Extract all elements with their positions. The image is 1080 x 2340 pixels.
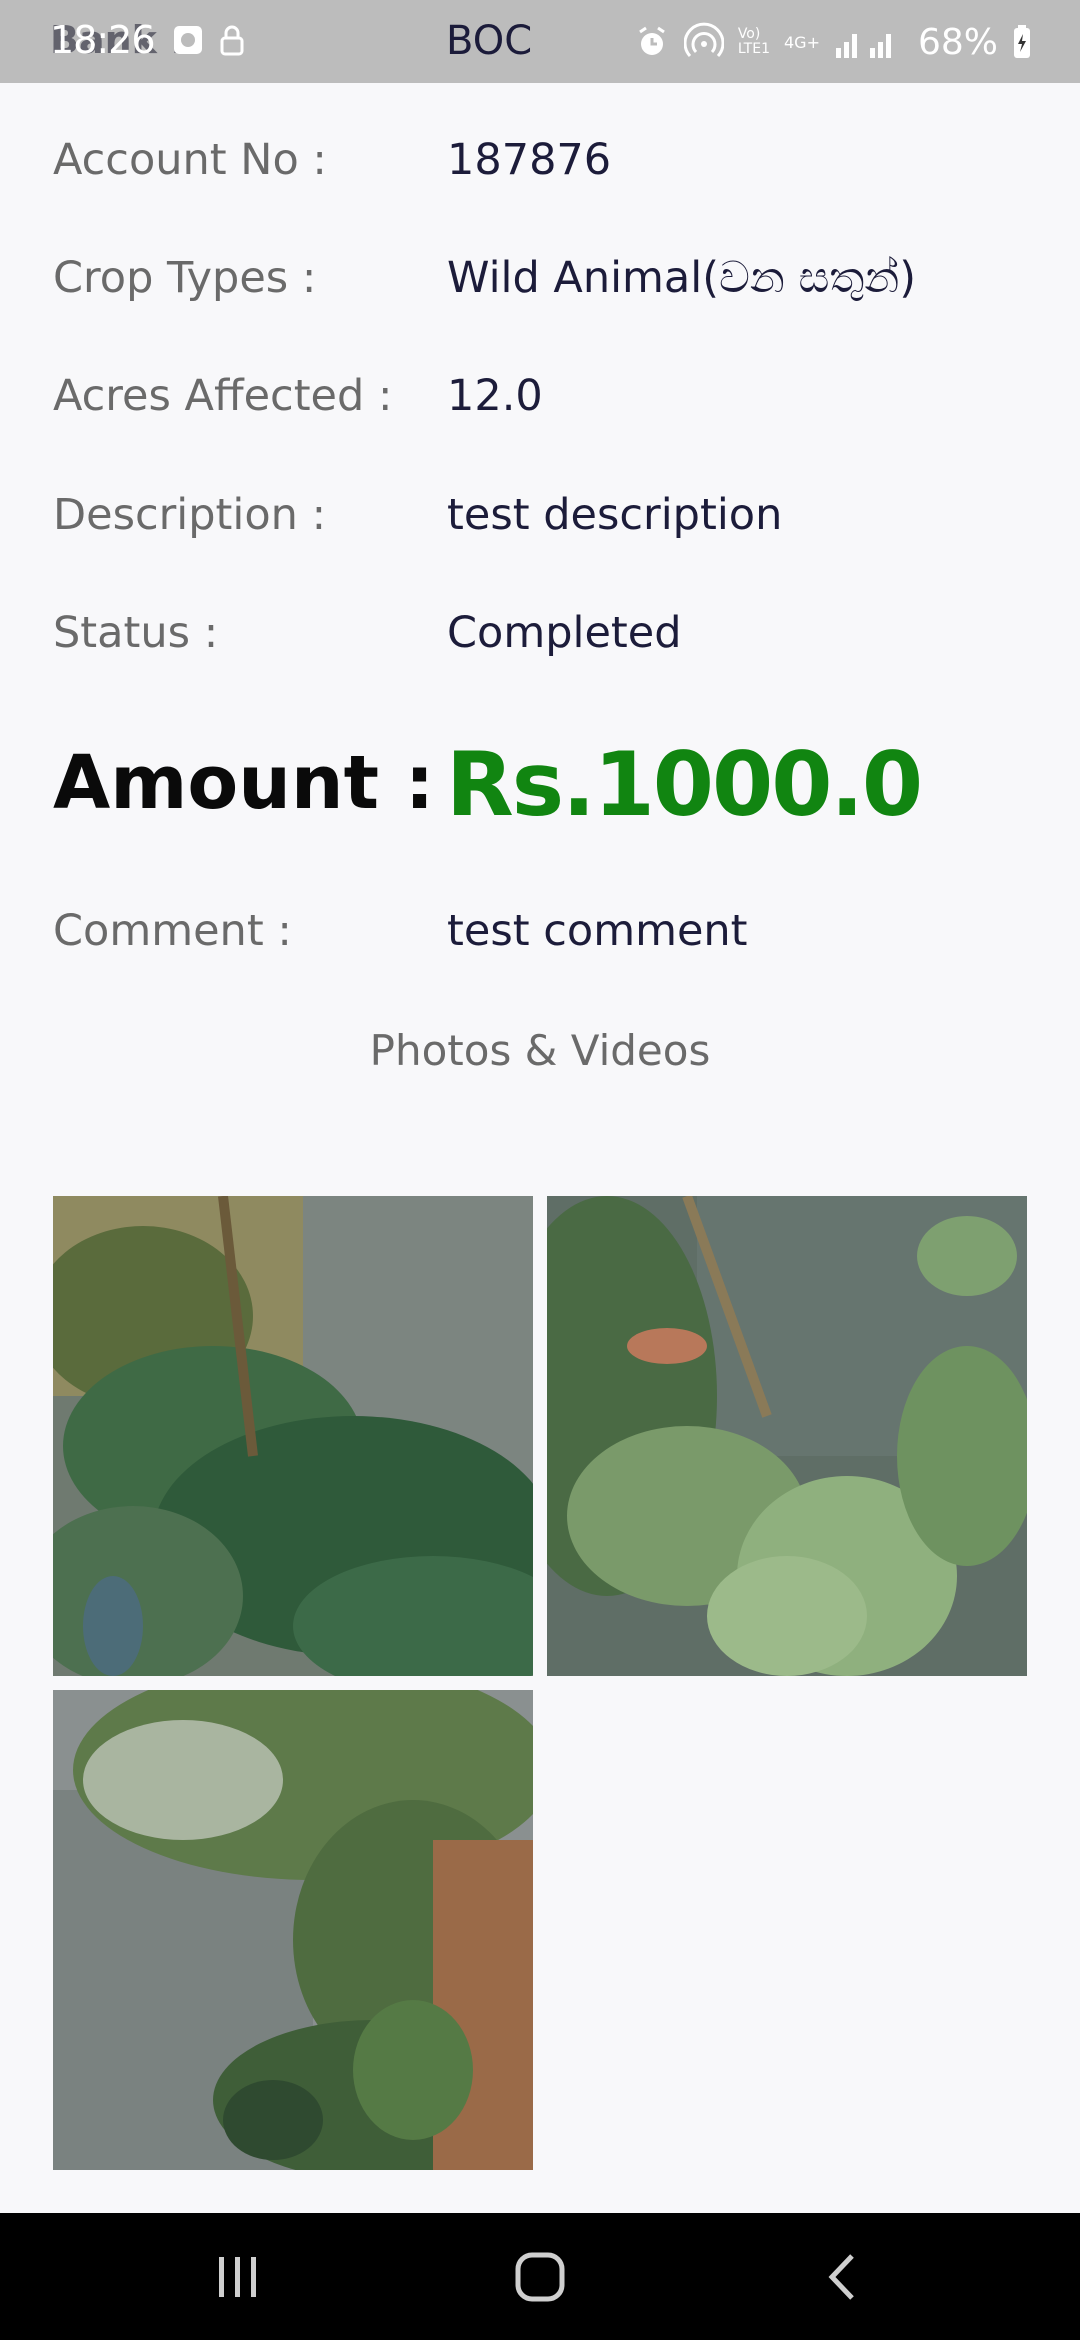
plant-photo-3 [53, 1690, 533, 2170]
account-value: 187876 [447, 135, 612, 185]
volte-label: Vo) [737, 26, 761, 42]
description-row: Description : test description [53, 490, 1053, 550]
description-value: test description [447, 490, 783, 540]
alarm-icon [634, 24, 670, 60]
comment-label: Comment : [53, 906, 292, 956]
amount-label: Amount : [53, 740, 435, 826]
crop-value: Wild Animal(වන සතුන්) [447, 253, 917, 303]
status-icons: Vo) LTE1 4G+ 68% [634, 20, 1032, 64]
amount-value: Rs.1000.0 [446, 733, 923, 836]
back-button[interactable] [782, 2213, 902, 2340]
plant-photo-2 [547, 1196, 1027, 1676]
battery-icon [1012, 24, 1032, 60]
4g-label: 4G+ [784, 32, 820, 52]
clock: 18:26 [50, 18, 156, 62]
recents-icon [219, 2256, 256, 2297]
crop-label: Crop Types : [53, 253, 317, 303]
media-icon [170, 22, 206, 58]
home-button[interactable] [480, 2213, 600, 2340]
recents-button[interactable] [178, 2213, 298, 2340]
account-row: Account No : 187876 [53, 135, 1053, 195]
home-icon [515, 2252, 565, 2301]
navigation-bar [0, 2213, 1080, 2340]
status-value: Completed [447, 608, 682, 658]
description-label: Description : [53, 490, 327, 540]
photo-thumbnail-3[interactable] [53, 1690, 533, 2170]
acres-label: Acres Affected : [53, 371, 393, 421]
photos-videos-title: Photos & Videos [369, 1026, 711, 1075]
back-icon [828, 2253, 854, 2300]
network-label: Vo) LTE1 [738, 27, 770, 57]
bank-value: BOC [446, 18, 533, 64]
status-label: Status : [53, 608, 219, 658]
status-row: Status : Completed [53, 608, 1053, 668]
crop-row: Crop Types : Wild Animal(වන සතුන්) [53, 253, 1053, 313]
signal-icon [834, 24, 904, 60]
account-label: Account No : [53, 135, 327, 185]
comment-row: Comment : test comment [53, 906, 1053, 966]
hotspot-icon [683, 22, 725, 62]
acres-row: Acres Affected : 12.0 [53, 371, 1053, 431]
acres-value: 12.0 [447, 371, 543, 421]
photo-thumbnail-1[interactable] [53, 1196, 533, 1676]
status-bar: Bank : 18:26 BOC Vo) LTE1 4G+ 68% [0, 0, 1080, 83]
comment-value: test comment [447, 906, 748, 956]
lock-icon [214, 22, 250, 58]
battery-percent: 68% [917, 21, 998, 63]
plant-photo-1 [53, 1196, 533, 1676]
lte-label: LTE1 [737, 41, 770, 57]
photo-thumbnail-2[interactable] [547, 1196, 1027, 1676]
